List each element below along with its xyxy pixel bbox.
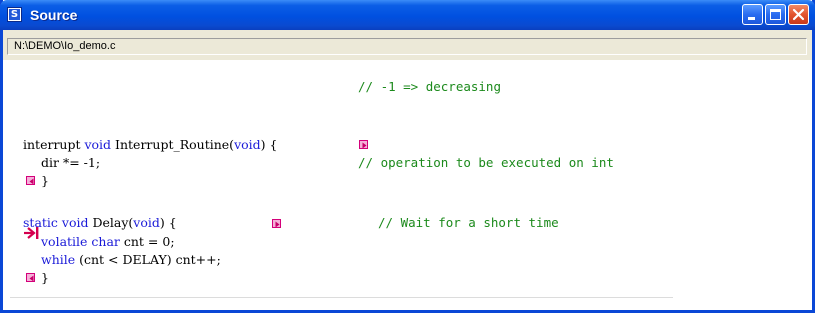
maximize-button[interactable] — [765, 4, 786, 25]
minimize-button[interactable] — [742, 4, 763, 25]
code-text: interrupt — [23, 137, 85, 152]
code-editor[interactable]: // -1 => decreasing interrupt void Inter… — [3, 60, 812, 310]
code-line: while (cnt < DELAY) cnt++; — [41, 252, 221, 268]
source-window: S Source N:\DEMO\Io_demo.c // -1 => decr… — [0, 0, 815, 313]
code-line: } — [41, 173, 49, 189]
minimize-icon — [748, 17, 755, 20]
code-text: Interrupt_Routine( — [111, 137, 235, 152]
code-comment: // Wait for a short time — [378, 215, 559, 230]
keyword: while — [41, 252, 76, 267]
code-text: } — [41, 173, 49, 188]
source-app-icon[interactable]: S — [7, 7, 22, 22]
code-text: ) { — [159, 215, 177, 230]
fold-expand-icon[interactable] — [26, 176, 35, 185]
code-line: dir *= -1; — [41, 155, 100, 171]
fold-collapse-icon[interactable] — [359, 140, 368, 149]
code-text: (cnt < DELAY) cnt++; — [75, 252, 221, 267]
code-line: static void Delay(void) { — [23, 215, 177, 231]
maximize-icon — [770, 9, 781, 20]
code-line: volatile char cnt = 0; — [41, 234, 175, 250]
window-title: Source — [30, 7, 78, 23]
code-comment: // -1 => decreasing — [358, 79, 501, 94]
fold-collapse-icon[interactable] — [272, 219, 281, 228]
keyword: volatile char — [41, 234, 120, 249]
title-bar[interactable]: S Source — [0, 0, 815, 30]
editor-divider — [10, 297, 673, 298]
code-text: Delay( — [88, 215, 134, 230]
code-text: } — [41, 270, 49, 285]
app-icon-letter: S — [9, 9, 20, 20]
code-text: dir *= -1; — [41, 155, 101, 170]
code-text: ) { — [260, 137, 278, 152]
file-path-text: N:\DEMO\Io_demo.c — [14, 40, 116, 52]
code-line: } — [41, 270, 49, 286]
close-icon — [792, 8, 805, 21]
keyword: void — [84, 137, 112, 152]
code-comment: // operation to be executed on int — [358, 155, 614, 170]
keyword: void — [133, 215, 160, 230]
code-text: cnt = 0; — [119, 234, 175, 249]
file-path-field[interactable]: N:\DEMO\Io_demo.c — [7, 38, 807, 55]
keyword: static void — [23, 215, 89, 230]
code-line: interrupt void Interrupt_Routine(void) { — [23, 137, 277, 153]
keyword: void — [234, 137, 261, 152]
fold-expand-icon[interactable] — [26, 273, 35, 282]
close-button[interactable] — [788, 4, 809, 25]
path-bar: N:\DEMO\Io_demo.c — [3, 30, 812, 60]
